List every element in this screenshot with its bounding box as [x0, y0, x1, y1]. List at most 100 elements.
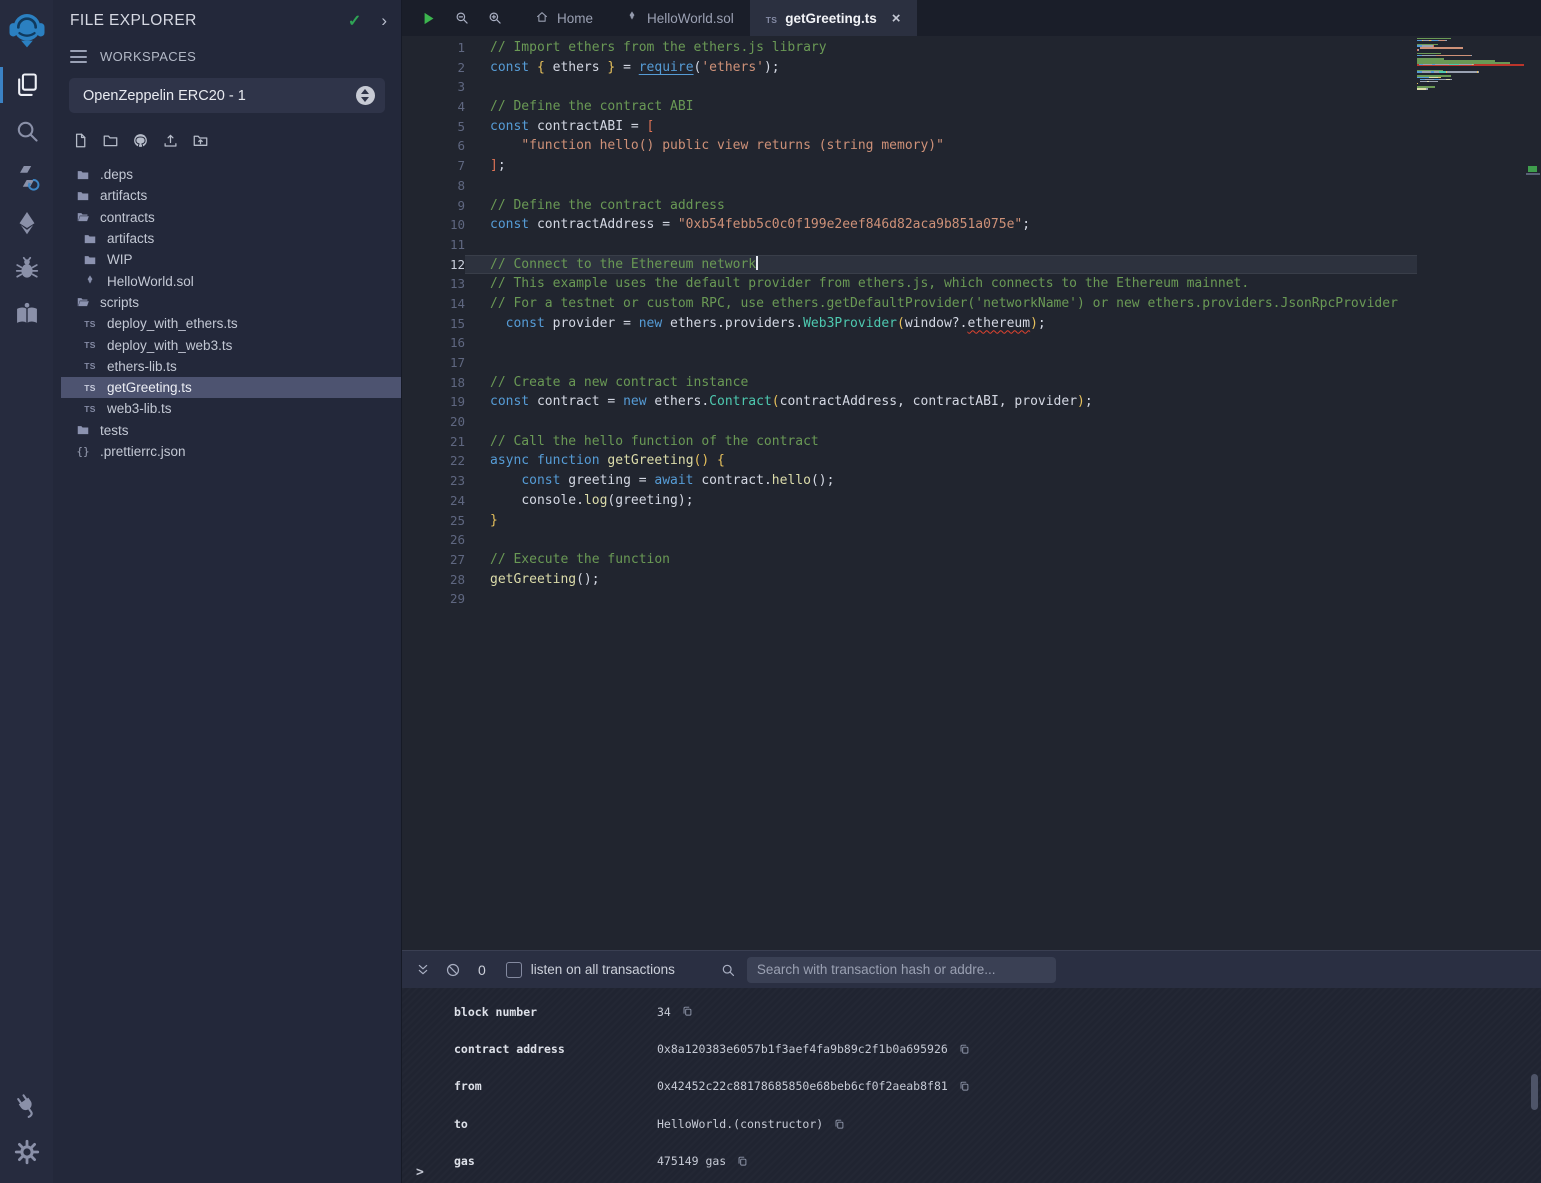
- copy-icon[interactable]: [958, 1080, 971, 1093]
- json-icon: {}: [75, 445, 91, 458]
- tree-item-artifacts[interactable]: artifacts: [53, 228, 401, 249]
- workspace-select[interactable]: OpenZeppelin ERC20 - 1: [69, 78, 385, 113]
- tree-item-deploy-with-ethers-ts[interactable]: TSdeploy_with_ethers.ts: [53, 313, 401, 334]
- code-line-22[interactable]: 22async function getGreeting() {: [402, 451, 1417, 471]
- code-line-11[interactable]: 11: [402, 235, 1417, 255]
- code-line-4[interactable]: 4// Define the contract ABI: [402, 97, 1417, 117]
- terminal-prompt[interactable]: >: [416, 1165, 424, 1180]
- code-line-21[interactable]: 21// Call the hello function of the cont…: [402, 432, 1417, 452]
- tree-item-contracts[interactable]: contracts: [53, 207, 401, 228]
- terminal-search-input[interactable]: [747, 957, 1056, 983]
- code-line-27[interactable]: 27// Execute the function: [402, 550, 1417, 570]
- terminal-panel: 0 listen on all transactions block numbe…: [402, 950, 1541, 1183]
- tree-item-wip[interactable]: WIP: [53, 249, 401, 270]
- workspaces-menu-icon[interactable]: [70, 48, 87, 65]
- code-line-7[interactable]: 7];: [402, 156, 1417, 176]
- chevron-right-icon[interactable]: ›: [381, 11, 387, 31]
- code-line-25[interactable]: 25}: [402, 511, 1417, 531]
- line-content: const { ethers } = require('ethers');: [465, 58, 1417, 78]
- code-line-28[interactable]: 28getGreeting();: [402, 570, 1417, 590]
- code-line-12[interactable]: 12// Connect to the Ethereum network: [402, 255, 1417, 275]
- tab-home[interactable]: Home: [519, 0, 609, 36]
- new-file-icon[interactable]: [72, 132, 89, 152]
- code-line-29[interactable]: 29: [402, 589, 1417, 609]
- terminal-content[interactable]: block number34contract address0x8a120383…: [402, 988, 1541, 1183]
- code-line-20[interactable]: 20: [402, 412, 1417, 432]
- settings-icon[interactable]: [0, 1129, 53, 1175]
- tree-item-getgreeting-ts[interactable]: TSgetGreeting.ts: [61, 377, 401, 398]
- tree-item-helloworld-sol[interactable]: HelloWorld.sol: [53, 270, 401, 291]
- line-content: // For a testnet or custom RPC, use ethe…: [465, 294, 1417, 314]
- new-folder-icon[interactable]: [102, 132, 119, 152]
- code-editor[interactable]: 1// Import ethers from the ethers.js lib…: [402, 36, 1541, 950]
- tree-item-deploy-with-web3-ts[interactable]: TSdeploy_with_web3.ts: [53, 334, 401, 355]
- folder-closed-icon: [82, 232, 98, 246]
- code-line-6[interactable]: 6 "function hello() public view returns …: [402, 136, 1417, 156]
- clear-console-icon[interactable]: [445, 962, 461, 978]
- code-line-1[interactable]: 1// Import ethers from the ethers.js lib…: [402, 38, 1417, 58]
- tx-row-from: from0x42452c22c88178685850e68beb6cf0f2ae…: [454, 1068, 1541, 1105]
- code-line-17[interactable]: 17: [402, 353, 1417, 373]
- line-content: const contractAddress = "0xb54febb5c0c0f…: [465, 215, 1417, 235]
- ts-icon: TS: [82, 404, 98, 414]
- upload-file-icon[interactable]: [162, 132, 179, 152]
- line-content: "function hello() public view returns (s…: [465, 136, 1417, 156]
- tx-value: 0x42452c22c88178685850e68beb6cf0f2aeab8f…: [657, 1079, 948, 1093]
- workspace-select-arrows-icon[interactable]: [356, 86, 375, 105]
- code-line-13[interactable]: 13// This example uses the default provi…: [402, 274, 1417, 294]
- plugin-manager-icon[interactable]: [0, 1083, 53, 1129]
- line-number: 2: [402, 58, 465, 78]
- code-line-3[interactable]: 3: [402, 77, 1417, 97]
- close-icon[interactable]: ×: [892, 11, 901, 26]
- terminal-scrollbar-thumb[interactable]: [1531, 1074, 1538, 1110]
- zoom-in-button[interactable]: [487, 10, 503, 26]
- solidity-compiler-icon[interactable]: [0, 154, 53, 200]
- debugger-icon[interactable]: [0, 246, 53, 292]
- deploy-run-icon[interactable]: [0, 200, 53, 246]
- search-icon[interactable]: [0, 108, 53, 154]
- code-line-9[interactable]: 9// Define the contract address: [402, 196, 1417, 216]
- code-pane[interactable]: 1// Import ethers from the ethers.js lib…: [402, 36, 1417, 950]
- code-line-2[interactable]: 2const { ethers } = require('ethers');: [402, 58, 1417, 78]
- tab-getgreeting-ts[interactable]: TSgetGreeting.ts×: [750, 0, 917, 36]
- copy-icon[interactable]: [681, 1005, 694, 1018]
- tree-item-web3-lib-ts[interactable]: TSweb3-lib.ts: [53, 398, 401, 419]
- remix-logo-icon[interactable]: [0, 4, 53, 54]
- code-line-23[interactable]: 23 const greeting = await contract.hello…: [402, 471, 1417, 491]
- terminal-collapse-icon[interactable]: [415, 962, 431, 978]
- tree-item--prettierrc-json[interactable]: {}.prettierrc.json: [53, 441, 401, 462]
- tree-item-ethers-lib-ts[interactable]: TSethers-lib.ts: [53, 356, 401, 377]
- line-number: 11: [402, 235, 465, 255]
- minimap[interactable]: [1417, 38, 1524, 92]
- terminal-search-icon: [720, 962, 736, 978]
- tree-item-artifacts[interactable]: artifacts: [53, 185, 401, 206]
- tab-helloworld-sol[interactable]: HelloWorld.sol: [609, 0, 750, 36]
- code-line-26[interactable]: 26: [402, 530, 1417, 550]
- code-line-18[interactable]: 18// Create a new contract instance: [402, 373, 1417, 393]
- zoom-out-button[interactable]: [454, 10, 470, 26]
- upload-folder-icon[interactable]: [192, 132, 209, 152]
- code-line-24[interactable]: 24 console.log(greeting);: [402, 491, 1417, 511]
- code-line-19[interactable]: 19const contract = new ethers.Contract(c…: [402, 392, 1417, 412]
- listen-transactions-checkbox[interactable]: [506, 962, 522, 978]
- copy-icon[interactable]: [736, 1155, 749, 1168]
- tree-item-tests[interactable]: tests: [53, 420, 401, 441]
- tree-item-scripts[interactable]: scripts: [53, 292, 401, 313]
- tree-item--deps[interactable]: .deps: [53, 164, 401, 185]
- code-line-15[interactable]: 15 const provider = new ethers.providers…: [402, 314, 1417, 334]
- line-number: 18: [402, 373, 465, 393]
- code-line-10[interactable]: 10const contractAddress = "0xb54febb5c0c…: [402, 215, 1417, 235]
- code-line-5[interactable]: 5const contractABI = [: [402, 117, 1417, 137]
- file-explorer-icon[interactable]: [0, 62, 53, 108]
- code-line-8[interactable]: 8: [402, 176, 1417, 196]
- code-line-16[interactable]: 16: [402, 333, 1417, 353]
- home-icon: [535, 10, 549, 27]
- github-icon[interactable]: [132, 132, 149, 152]
- tree-item-label: artifacts: [107, 231, 154, 246]
- code-line-14[interactable]: 14// For a testnet or custom RPC, use et…: [402, 294, 1417, 314]
- tab-label: getGreeting.ts: [785, 11, 877, 26]
- copy-icon[interactable]: [958, 1043, 971, 1056]
- copy-icon[interactable]: [833, 1118, 846, 1131]
- run-script-button[interactable]: [420, 10, 437, 27]
- learneth-icon[interactable]: [0, 292, 53, 338]
